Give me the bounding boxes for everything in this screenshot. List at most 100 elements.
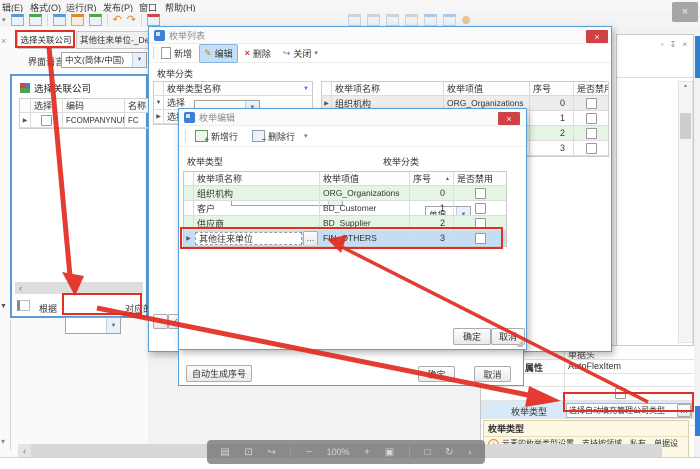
doc-tab-company[interactable]: 选择关联公司 [17, 31, 75, 49]
company-row-checkbox[interactable] [41, 115, 52, 126]
hammer-icon[interactable] [71, 14, 84, 26]
window2-icon[interactable] [53, 14, 66, 26]
toolbar-caret-icon[interactable]: ▾ [2, 16, 6, 24]
col-seq[interactable]: 序号 ▲ [410, 172, 454, 185]
prop-checkbox[interactable] [615, 388, 626, 399]
enum-edit-row[interactable]: 组织机构 ORG_Organizations 0 [184, 186, 506, 201]
item-seq: 3 [530, 141, 574, 155]
hidden-panel-close-icon[interactable]: × [1, 36, 6, 46]
new-label: 新增 [174, 47, 192, 60]
company-col-name[interactable]: 名称 [125, 99, 146, 112]
enum-edit-close-button[interactable]: × [498, 112, 520, 125]
col-item-value[interactable]: 枚举项值 [444, 82, 530, 95]
basis-label: 根据 [39, 302, 57, 315]
enum-list-titlebar[interactable]: 枚举列表 [149, 27, 611, 44]
faint-blue-icon[interactable] [424, 14, 437, 26]
col-value[interactable]: 枚举项值 [320, 172, 410, 185]
delete-row-button[interactable]: − 删除行 [247, 127, 300, 146]
col-item-seq[interactable]: 序号 [530, 82, 574, 95]
faint-anchor-icon[interactable] [462, 16, 470, 24]
col-name[interactable]: 枚举项名称 [194, 172, 320, 185]
viewer-more-icon[interactable]: › [468, 447, 471, 458]
viewer-share-icon[interactable]: ↪ [267, 447, 275, 458]
cell-name-editbox[interactable]: 其他往来单位 [195, 232, 302, 245]
basis-combo[interactable]: ▼ [65, 317, 121, 334]
viewer-window-icon[interactable]: ⊡ [244, 447, 252, 458]
viewer-fit-icon[interactable]: □ [424, 447, 430, 458]
enum-list-close-menu-button[interactable]: ↪ 关闭 ▾ [278, 44, 323, 63]
company-col-code[interactable]: 编码 [63, 99, 125, 112]
faint-icon[interactable] [405, 14, 418, 26]
undo-icon[interactable]: ↶ [113, 13, 122, 26]
add-row-button[interactable]: + 新增行 [190, 127, 243, 146]
enum-edit-row[interactable]: 供应商 BD_Supplier 2 [184, 216, 506, 231]
col-disabled[interactable]: 是否禁用 [454, 172, 506, 185]
scroll-up-icon[interactable]: ▴ [679, 82, 692, 89]
window-icon[interactable] [11, 14, 24, 26]
toolbar-caret-icon[interactable]: ▾ [304, 132, 308, 140]
dock-maximize-icon[interactable]: ▫ [661, 40, 664, 49]
company-col-select[interactable]: 选择 [31, 99, 63, 112]
window-add-icon[interactable] [89, 14, 102, 26]
scroll-thumb[interactable] [680, 113, 691, 139]
enum-list-new-button[interactable]: 新增 [156, 44, 197, 63]
scroll-left-icon[interactable]: ‹ [15, 283, 22, 293]
item-disabled-checkbox[interactable] [586, 128, 597, 139]
enum-edit-row-selected[interactable]: ▶ 其他往来单位 … FIN_OTHERS 3 [184, 231, 506, 246]
resize-grip[interactable] [516, 340, 523, 347]
filter-funnel-icon[interactable]: ▼ [303, 86, 309, 92]
enum-list-close-button[interactable]: × [586, 30, 608, 43]
faint-icon[interactable] [367, 14, 380, 26]
viewer-close-button[interactable]: × [672, 2, 698, 22]
left-edge-caret-icon[interactable]: ▾ [1, 437, 5, 446]
item-disabled-checkbox[interactable] [586, 113, 597, 124]
dock-close-icon[interactable]: × [682, 40, 687, 49]
faint-icon[interactable] [386, 14, 399, 26]
basis-combo-caret-icon[interactable]: ▼ [106, 318, 120, 333]
window-green-icon[interactable] [29, 14, 42, 26]
viewer-save-icon[interactable]: ▤ [220, 447, 229, 458]
item-disabled-checkbox[interactable] [586, 98, 597, 109]
prop-enum-type-ellipsis-button[interactable]: … [677, 404, 691, 417]
language-combo-caret-icon[interactable]: ▼ [132, 53, 146, 67]
viewer-zoom-out-icon[interactable]: − [306, 447, 312, 458]
enum-list-delete-button[interactable]: × 删除 [240, 44, 276, 63]
disabled-checkbox[interactable] [475, 188, 486, 199]
item-disabled-checkbox[interactable] [586, 143, 597, 154]
redo-icon[interactable]: ↷ [127, 13, 136, 26]
enum-edit-titlebar[interactable]: 枚举编辑 [179, 109, 526, 126]
viewer-actual-size-icon[interactable]: ▣ [385, 447, 394, 458]
prop-enum-type-editor[interactable]: 选择自动填充管理公司类型 … [566, 403, 692, 418]
faint-blue-icon[interactable] [443, 14, 456, 26]
disabled-checkbox[interactable] [475, 218, 486, 229]
item-seq: 0 [530, 96, 574, 110]
company-row[interactable]: ▶ FCOMPANYNUM... FC [20, 113, 148, 128]
cell-ellipsis-button[interactable]: … [303, 231, 318, 245]
back-ok-button[interactable]: 确定 [418, 366, 455, 382]
auto-seq-button[interactable]: 自动生成序号 [186, 365, 252, 382]
back-cancel-button[interactable]: 取消 [474, 366, 511, 382]
designer-hscrollbar[interactable]: ‹ [15, 282, 143, 294]
sort-asc-icon[interactable]: ▲ [445, 176, 450, 182]
viewer-refresh-icon[interactable]: ↻ [445, 447, 453, 458]
enum-list-edit-button[interactable]: ✎ 编辑 [199, 44, 238, 63]
col-item-name[interactable]: 枚举项名称 [332, 82, 444, 95]
misc-red-icon[interactable] [147, 14, 160, 26]
prop-checkbox-row[interactable] [481, 387, 694, 401]
disabled-checkbox[interactable] [475, 203, 486, 214]
col-item-disabled[interactable]: 是否禁用 [574, 82, 608, 95]
viewer-zoom-in-icon[interactable]: + [364, 447, 370, 458]
left-edge-collapse-icon[interactable]: ▼ [0, 303, 7, 310]
disabled-checkbox[interactable] [475, 233, 486, 244]
language-combo[interactable]: 中文(简体/中国) ▼ [61, 52, 147, 68]
scroll-left-icon[interactable]: ‹ [18, 444, 31, 457]
faint-icon[interactable] [348, 14, 361, 26]
ok-button[interactable]: 确定 [453, 328, 491, 345]
filter-clear-button[interactable]: × [153, 314, 168, 329]
dock-pin-icon[interactable]: ↧ [670, 40, 677, 49]
prop-enum-type-row[interactable]: 枚举类型 选择自动填充管理公司类型 … [481, 401, 694, 419]
enum-type-col-header[interactable]: 枚举类型名称 ▼ [164, 82, 312, 95]
enum-edit-row[interactable]: 客户 BD_Customer 1 [184, 201, 506, 216]
new-page-icon [161, 47, 171, 59]
dock-vscrollbar[interactable]: ▴ [678, 81, 693, 343]
